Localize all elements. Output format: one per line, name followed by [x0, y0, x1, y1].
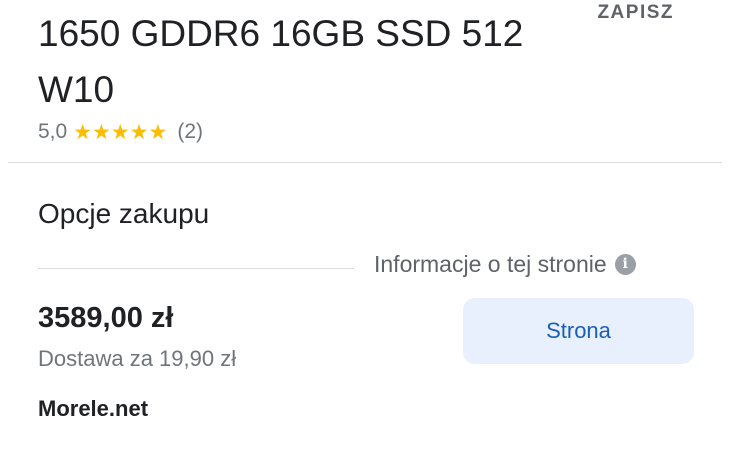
section-divider: [8, 162, 722, 163]
delivery-cost: Dostawa za 19,90 zł: [38, 346, 237, 371]
review-count[interactable]: (2): [177, 120, 203, 144]
info-icon[interactable]: i: [614, 253, 636, 275]
product-title: 1650 GDDR6 16GB SSD 512 W10: [38, 13, 524, 110]
visit-store-button[interactable]: Strona: [463, 298, 694, 364]
merchant-name[interactable]: Morele.net: [38, 396, 148, 422]
page-info-link[interactable]: Informacje o tej stronie i: [374, 248, 636, 280]
rating-value: 5,0: [38, 120, 68, 143]
purchase-options-heading: Opcje zakupu: [38, 198, 210, 229]
star-rating-icon: ★★★★★: [73, 120, 168, 144]
heading-divider: [38, 268, 354, 269]
save-button[interactable]: ZAPISZ: [597, 2, 674, 24]
rating-row[interactable]: 5,0 ★★★★★ (2): [38, 118, 203, 146]
page-info-label: Informacje o tej stronie: [374, 250, 607, 277]
offer-price: 3589,00 zł: [38, 302, 174, 334]
